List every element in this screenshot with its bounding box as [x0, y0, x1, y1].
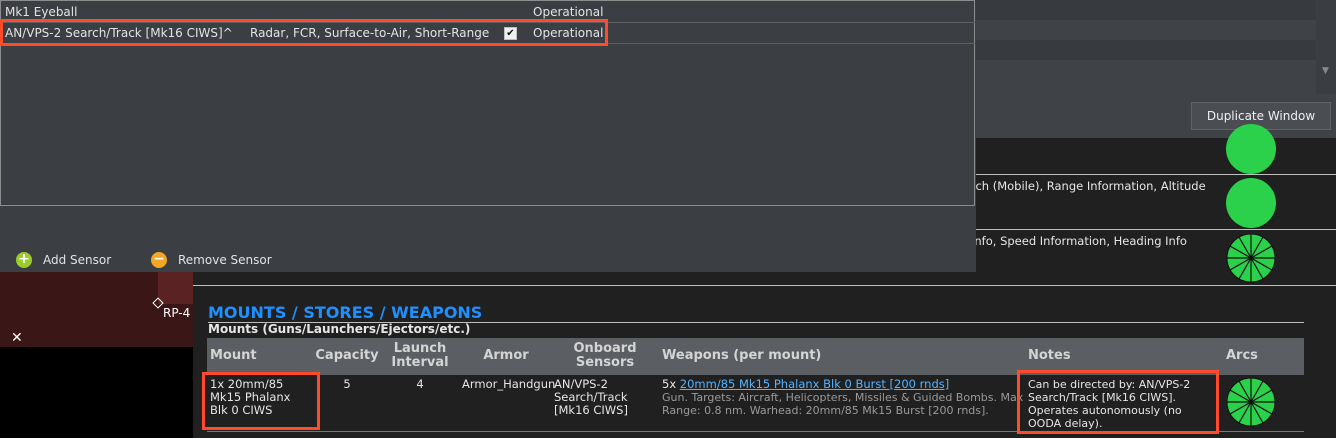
map-view[interactable]: RP-4 ✕	[0, 272, 193, 438]
launch-interval-cell: 4	[416, 377, 424, 391]
header-armor: Armor	[483, 348, 529, 363]
highlight-box	[1017, 370, 1219, 434]
add-icon[interactable]: +	[16, 252, 32, 268]
sensor-name: Mk1 Eyeball	[5, 5, 78, 19]
sensor-status: Operational	[533, 5, 604, 19]
map-zone-shading	[158, 272, 193, 304]
arc-coverage-wheel-icon	[1226, 233, 1276, 283]
weapon-entry: 5x 20mm/85 Mk15 Phalanx Blk 0 Burst [200…	[662, 378, 949, 391]
reference-point-label: RP-4	[163, 306, 191, 320]
header-notes: Notes	[1028, 348, 1071, 363]
remove-sensor-button[interactable]: Remove Sensor	[178, 253, 272, 267]
section-divider	[208, 322, 1304, 323]
remove-icon[interactable]: −	[151, 252, 167, 268]
arc-coverage-full-icon	[1226, 178, 1276, 228]
map-marker-x-icon[interactable]: ✕	[11, 330, 23, 346]
background-row	[976, 40, 1316, 60]
weapon-detail-text: Gun. Targets: Aircraft, Helicopters, Mis…	[662, 391, 1024, 404]
header-onboard-sensors: Onboard Sensors	[573, 341, 637, 370]
row-divider	[193, 285, 1336, 286]
highlight-box	[202, 372, 320, 430]
header-arcs: Arcs	[1226, 348, 1258, 363]
background-row	[976, 0, 1316, 20]
capacity-cell: 5	[343, 377, 351, 391]
onboard-sensors-cell: AN/VPS-2 Search/Track [Mk16 CIWS]	[554, 377, 628, 417]
section-title: MOUNTS / STORES / WEAPONS	[208, 303, 483, 322]
header-weapons: Weapons (per mount)	[662, 348, 822, 363]
header-capacity: Capacity	[315, 348, 379, 363]
scroll-down-arrow-icon[interactable]: ▼	[1322, 66, 1329, 76]
add-sensor-button[interactable]: Add Sensor	[43, 253, 111, 267]
sensor-capabilities-text: Info, Speed Information, Heading Info	[971, 234, 1187, 248]
background-scrollbar[interactable]: ▼	[1316, 0, 1336, 94]
arc-coverage-full-icon	[1226, 124, 1276, 174]
sensor-capabilities-text: rch (Mobile), Range Information, Altitud…	[971, 179, 1206, 193]
arc-coverage-wheel-icon	[1226, 377, 1276, 427]
highlight-box	[0, 19, 608, 46]
weapon-link[interactable]: 20mm/85 Mk15 Phalanx Blk 0 Burst [200 rn…	[680, 377, 949, 391]
weapon-detail-text: Range: 0.8 nm. Warhead: 20mm/85 Mk15 Bur…	[662, 404, 989, 417]
armor-cell: Armor_Handgun	[462, 377, 556, 391]
section-subtitle: Mounts (Guns/Launchers/Ejectors/etc.)	[208, 322, 471, 336]
header-mount: Mount	[210, 348, 257, 363]
header-launch-interval: Launch Interval	[391, 341, 449, 370]
weapon-count: 5x	[662, 377, 677, 391]
